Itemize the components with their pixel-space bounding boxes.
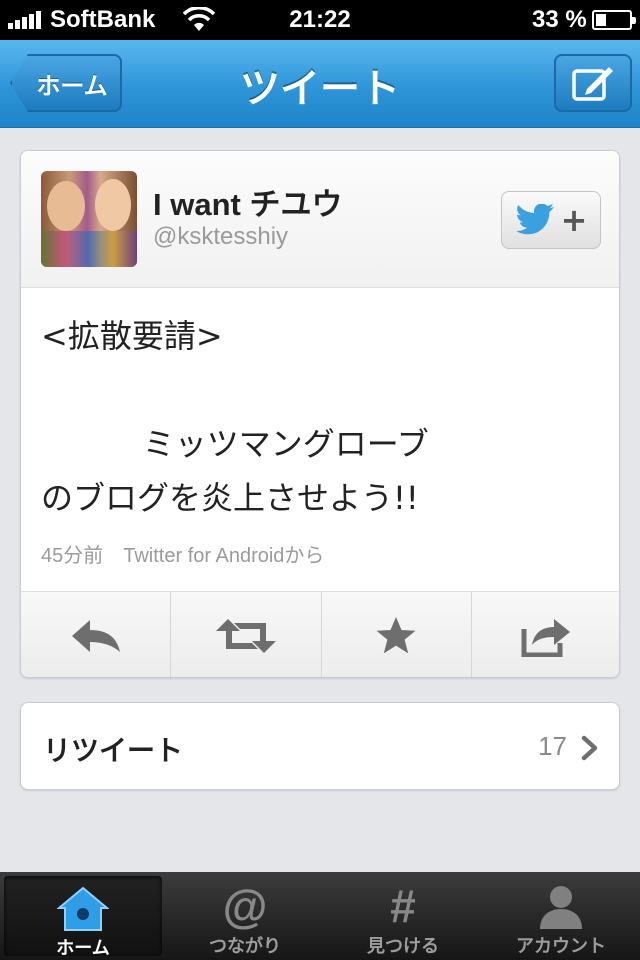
- plus-icon: +: [560, 201, 588, 239]
- tab-connect-label: つながり: [209, 936, 281, 957]
- battery-icon: [592, 10, 636, 30]
- reply-icon: [71, 619, 120, 652]
- reply-button[interactable]: [21, 592, 172, 677]
- retweets-row[interactable]: リツイート 17: [20, 702, 620, 790]
- tab-discover[interactable]: # 見つける: [324, 872, 482, 960]
- retweet-icon: [215, 618, 276, 653]
- tab-account[interactable]: アカウント: [482, 872, 640, 960]
- twitter-bird-icon: [515, 204, 554, 235]
- tab-home-label: ホーム: [56, 938, 110, 959]
- navigation-bar: ホーム ツイート: [0, 40, 640, 128]
- tweet-action-bar: [21, 591, 619, 677]
- retweets-count: 17: [538, 731, 567, 761]
- tab-connect[interactable]: @ つながり: [166, 872, 324, 960]
- compose-icon: [572, 67, 613, 101]
- tweet-card: I want チユウ @ksktesshiy + <拡散要請> ミッツマングロー…: [20, 150, 620, 678]
- page-title: ツイート: [240, 66, 400, 112]
- share-button[interactable]: [472, 592, 619, 677]
- battery-percent: 33 %: [532, 6, 587, 33]
- chevron-right-icon: [581, 735, 598, 761]
- compose-button[interactable]: [554, 54, 632, 112]
- user-handle[interactable]: @ksktesshiy: [153, 223, 288, 251]
- star-icon: [376, 616, 416, 653]
- tweet-body: <拡散要請> ミッツマングローブ のブログを炎上させよう!! 45分前 Twit…: [21, 289, 619, 589]
- tab-account-label: アカウント: [516, 936, 606, 957]
- tab-home[interactable]: ホーム: [4, 876, 162, 959]
- tweet-meta: 45分前 Twitter for Androidから: [41, 545, 325, 567]
- hash-icon: #: [390, 880, 416, 932]
- person-icon: [540, 886, 582, 929]
- home-icon: [57, 886, 109, 931]
- tweet-text: <拡散要請> ミッツマングローブ のブログを炎上させよう!!: [41, 317, 429, 517]
- follow-button[interactable]: +: [501, 191, 601, 249]
- share-icon: [521, 618, 571, 657]
- user-name[interactable]: I want チユウ: [153, 179, 342, 224]
- tab-bar: ホーム @ つながり # 見つける アカウント: [0, 872, 640, 960]
- retweets-label: リツイート: [43, 734, 184, 767]
- retweet-button[interactable]: [171, 592, 322, 677]
- favorite-button[interactable]: [322, 592, 472, 677]
- avatar[interactable]: [41, 171, 137, 267]
- at-icon: @: [222, 880, 268, 932]
- tweet-header: I want チユウ @ksktesshiy +: [21, 151, 619, 288]
- status-bar: SoftBank 21:22 33 %: [0, 0, 640, 40]
- tab-discover-label: 見つける: [367, 936, 439, 957]
